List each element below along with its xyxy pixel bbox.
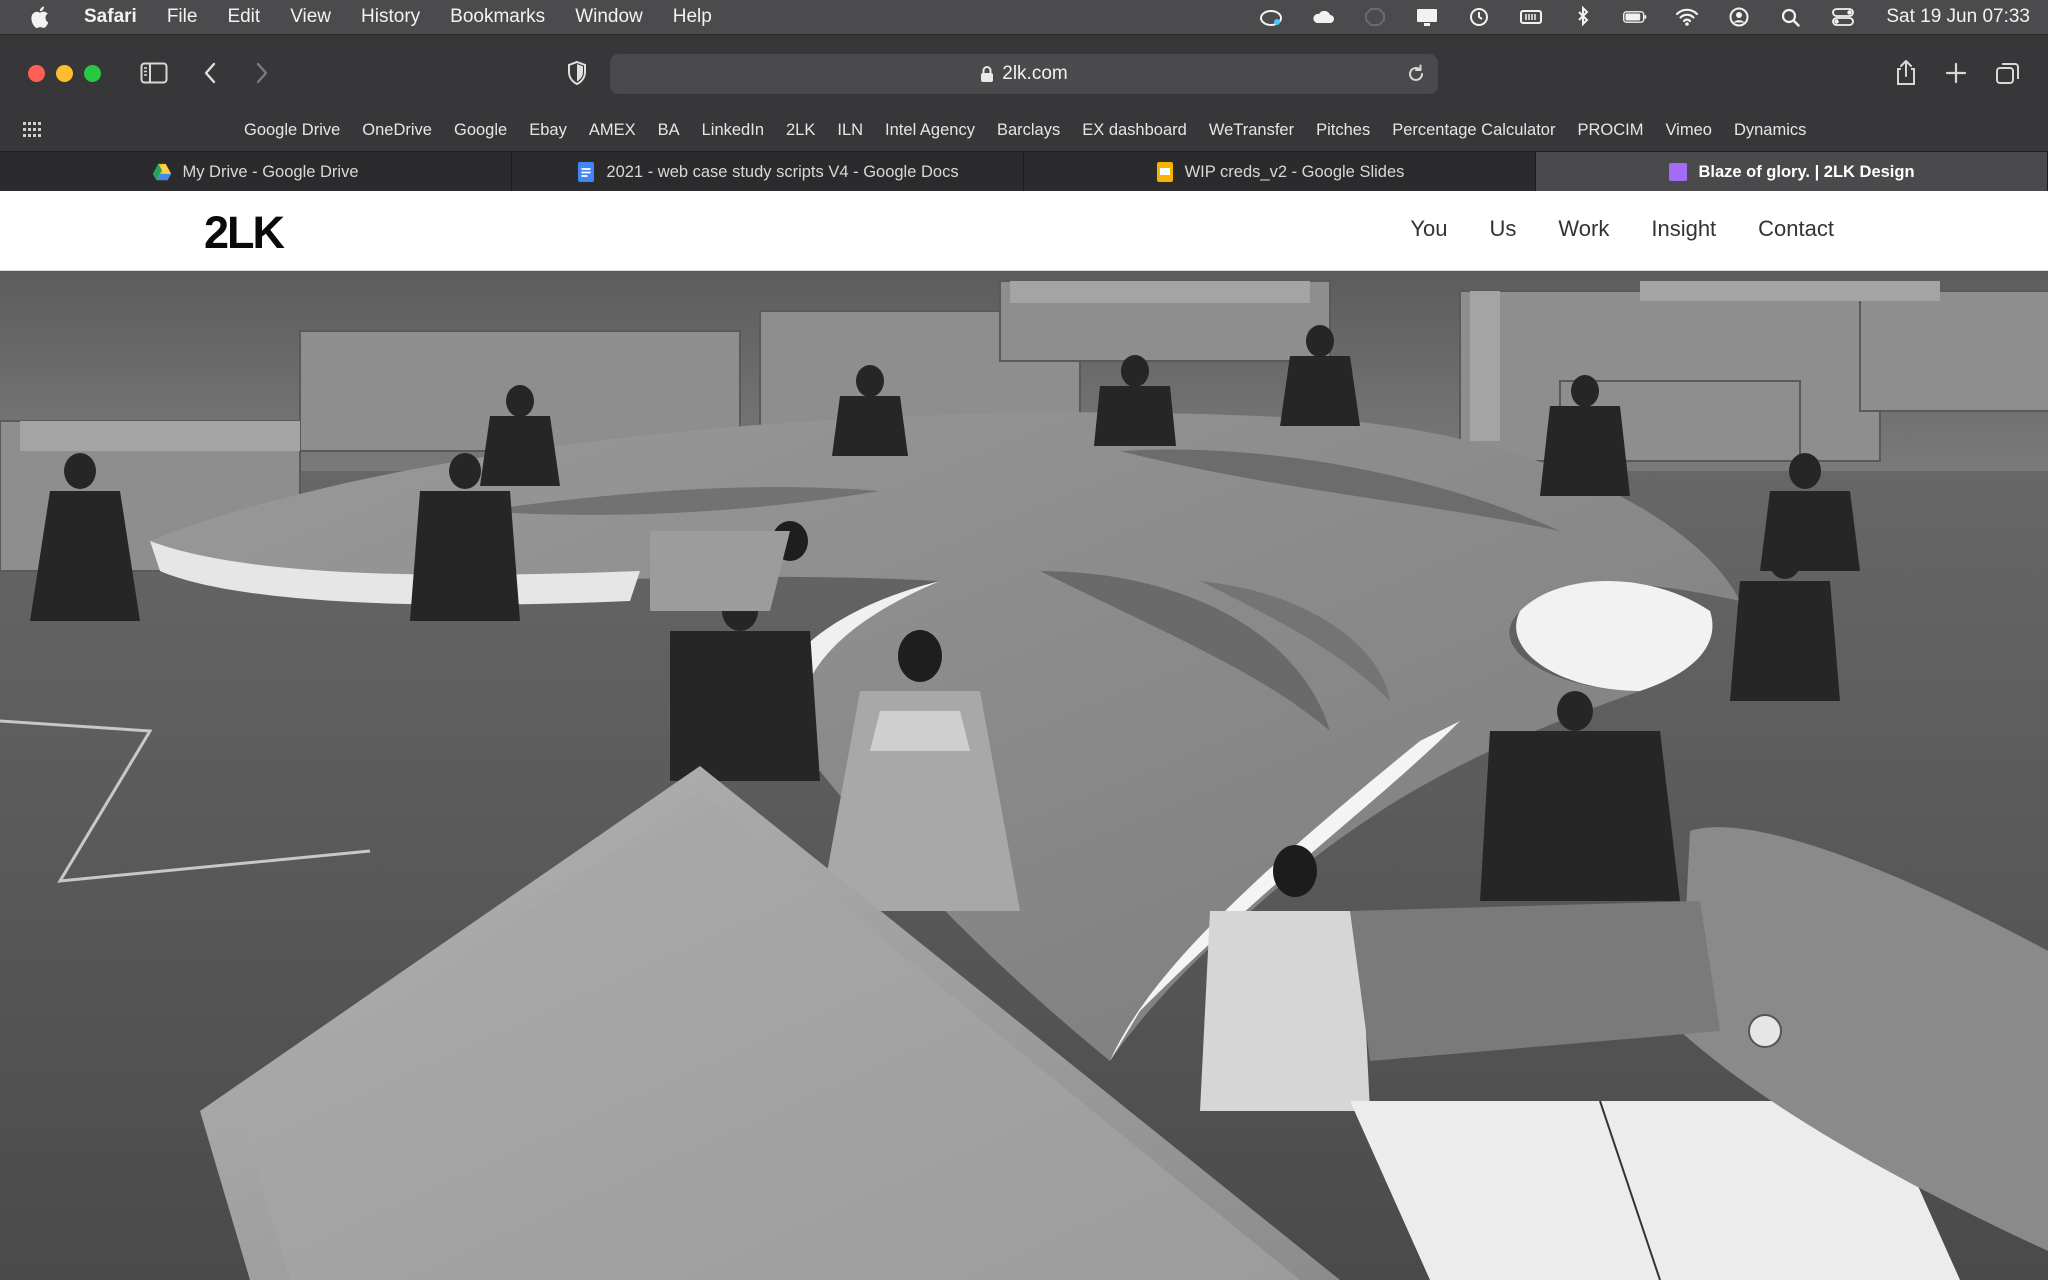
macos-menu-bar: Safari File Edit View History Bookmarks … — [0, 0, 2048, 34]
bookmark-ebay[interactable]: Ebay — [529, 121, 567, 140]
adblock-icon[interactable] — [1360, 6, 1390, 28]
back-chevron-icon[interactable] — [198, 57, 222, 89]
tab-overview-icon[interactable] — [1994, 57, 2022, 89]
menu-help[interactable]: Help — [673, 6, 712, 28]
tab-title: WIP creds_v2 - Google Slides — [1184, 162, 1405, 181]
safari-toolbar: 2lk.com — [0, 35, 2048, 109]
time-machine-icon[interactable] — [1464, 6, 1494, 28]
nav-contact[interactable]: Contact — [1758, 216, 1834, 242]
google-slides-icon — [1155, 162, 1175, 182]
creative-cloud-icon[interactable] — [1256, 6, 1286, 28]
spotlight-icon[interactable] — [1776, 6, 1806, 28]
bookmark-onedrive[interactable]: OneDrive — [362, 121, 432, 140]
workshop-photo — [0, 271, 2048, 1280]
bookmark-2lk[interactable]: 2LK — [786, 121, 815, 140]
bookmark-wetransfer[interactable]: WeTransfer — [1209, 121, 1294, 140]
zoom-window-button[interactable] — [84, 65, 101, 82]
web-page: 2LK You Us Work Insight Contact — [0, 191, 2048, 1280]
purple-square-icon — [1668, 162, 1688, 182]
tab-2lk-design-active[interactable]: Blaze of glory. | 2LK Design — [1536, 152, 2048, 192]
bookmark-google-drive[interactable]: Google Drive — [244, 121, 340, 140]
safari-window-chrome: 2lk.com Google Drive OneDrive Google Eba… — [0, 34, 2048, 192]
site-logo[interactable]: 2LK — [204, 207, 285, 259]
bookmark-procim[interactable]: PROCIM — [1577, 121, 1643, 140]
tab-google-drive[interactable]: My Drive - Google Drive — [0, 152, 512, 192]
tab-bar: My Drive - Google Drive 2021 - web case … — [0, 151, 2048, 192]
memory-icon[interactable] — [1516, 6, 1546, 28]
reload-icon[interactable] — [1406, 63, 1426, 91]
bookmark-dynamics[interactable]: Dynamics — [1734, 121, 1806, 140]
menu-window[interactable]: Window — [575, 6, 643, 28]
battery-icon[interactable] — [1620, 6, 1650, 28]
bookmark-iln[interactable]: ILN — [837, 121, 863, 140]
google-docs-icon — [576, 162, 596, 182]
menu-file[interactable]: File — [167, 6, 198, 28]
bookmark-vimeo[interactable]: Vimeo — [1665, 121, 1711, 140]
bookmark-amex[interactable]: AMEX — [589, 121, 636, 140]
user-icon[interactable] — [1724, 6, 1754, 28]
tab-title: 2021 - web case study scripts V4 - Googl… — [606, 162, 959, 181]
privacy-shield-icon[interactable] — [564, 57, 590, 89]
favorites-bar: Google Drive OneDrive Google Ebay AMEX B… — [0, 109, 2048, 151]
apple-menu-icon[interactable] — [28, 5, 54, 29]
bluetooth-icon[interactable] — [1568, 6, 1598, 28]
menu-view[interactable]: View — [290, 6, 331, 28]
app-menu-safari[interactable]: Safari — [84, 6, 137, 28]
bookmark-intel-agency[interactable]: Intel Agency — [885, 121, 975, 140]
control-center-icon[interactable] — [1828, 6, 1858, 28]
nav-insight[interactable]: Insight — [1651, 216, 1716, 242]
new-tab-plus-icon[interactable] — [1942, 57, 1970, 89]
google-drive-icon — [152, 162, 172, 182]
bookmark-ba[interactable]: BA — [658, 121, 680, 140]
tab-title: My Drive - Google Drive — [182, 162, 359, 181]
window-controls — [28, 65, 101, 82]
bookmark-google[interactable]: Google — [454, 121, 507, 140]
minimize-window-button[interactable] — [56, 65, 73, 82]
menu-bookmarks[interactable]: Bookmarks — [450, 6, 545, 28]
nav-you[interactable]: You — [1410, 216, 1447, 242]
nav-work[interactable]: Work — [1558, 216, 1609, 242]
menu-edit[interactable]: Edit — [227, 6, 260, 28]
bookmark-barclays[interactable]: Barclays — [997, 121, 1060, 140]
menu-bar-clock[interactable]: Sat 19 Jun 07:33 — [1886, 6, 2030, 28]
tab-google-slides[interactable]: WIP creds_v2 - Google Slides — [1024, 152, 1536, 192]
forward-chevron-icon[interactable] — [250, 57, 274, 89]
lock-icon — [980, 65, 994, 83]
bookmark-ex-dashboard[interactable]: EX dashboard — [1082, 121, 1187, 140]
bookmark-pitches[interactable]: Pitches — [1316, 121, 1370, 140]
share-icon[interactable] — [1892, 57, 1920, 89]
close-window-button[interactable] — [28, 65, 45, 82]
icloud-icon[interactable] — [1308, 6, 1338, 28]
bookmark-list: Google Drive OneDrive Google Ebay AMEX B… — [244, 109, 1806, 151]
bookmark-percentage-calculator[interactable]: Percentage Calculator — [1392, 121, 1555, 140]
wifi-icon[interactable] — [1672, 6, 1702, 28]
address-bar[interactable]: 2lk.com — [610, 54, 1438, 94]
sidebar-toggle-icon[interactable] — [138, 57, 170, 89]
menu-history[interactable]: History — [361, 6, 420, 28]
address-bar-url: 2lk.com — [1002, 63, 1068, 84]
tab-google-docs[interactable]: 2021 - web case study scripts V4 - Googl… — [512, 152, 1024, 192]
hero-image — [0, 271, 2048, 1280]
bookmark-linkedin[interactable]: LinkedIn — [702, 121, 764, 140]
nav-us[interactable]: Us — [1490, 216, 1517, 242]
display-icon[interactable] — [1412, 6, 1442, 28]
site-nav: You Us Work Insight Contact — [1410, 216, 1834, 242]
tab-title: Blaze of glory. | 2LK Design — [1698, 162, 1915, 181]
site-header: 2LK You Us Work Insight Contact — [0, 191, 2048, 271]
apps-grid-icon[interactable] — [23, 122, 41, 143]
